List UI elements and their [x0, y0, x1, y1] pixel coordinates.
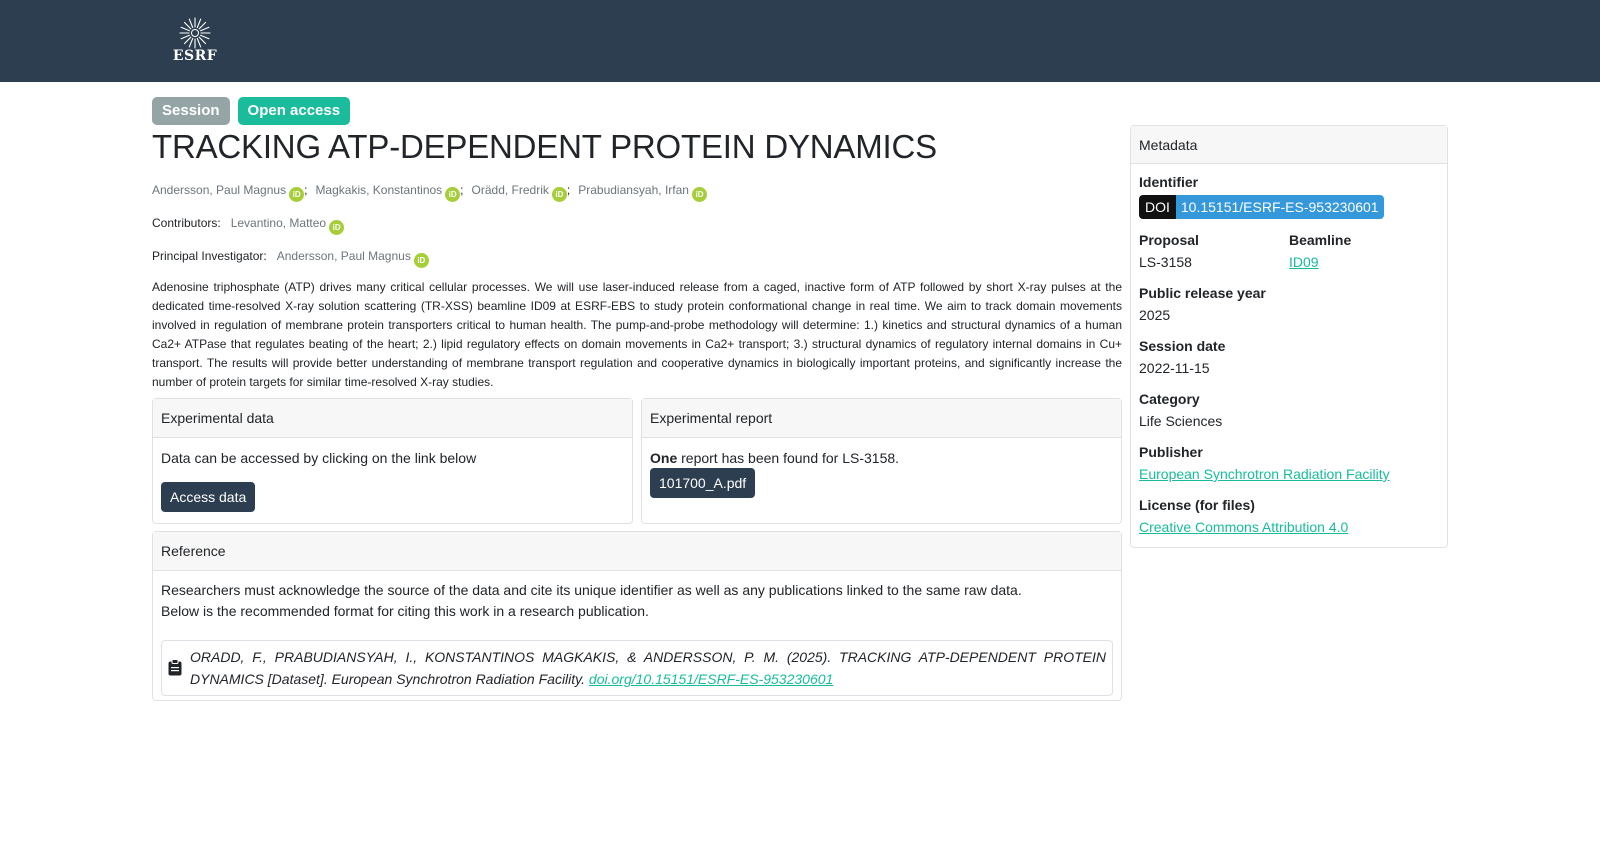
reference-card: Reference Researchers must acknowledge t… [152, 531, 1122, 701]
data-access-text: Data can be accessed by clicking on the … [161, 450, 477, 466]
doi-badge[interactable]: DOI 10.15151/ESRF-ES-953230601 [1139, 195, 1384, 219]
open-access-badge: Open access [237, 97, 351, 125]
orcid-icon[interactable]: iD [289, 187, 305, 202]
pi-link[interactable]: Andersson, Paul Magnus [277, 249, 411, 263]
doi-value: 10.15151/ESRF-ES-953230601 [1175, 195, 1384, 219]
card-heading: Experimental report [642, 399, 1121, 438]
experimental-data-card: Experimental data Data can be accessed b… [152, 398, 633, 524]
pi-line: Principal Investigator: Andersson, Paul M… [152, 248, 1122, 268]
report-count-text: One report has been found for LS-3158. [650, 448, 1113, 468]
contributors-label: Contributors: [152, 216, 221, 230]
author-link[interactable]: Magkakis, Konstantinos [315, 183, 442, 197]
category-value: Life Sciences [1139, 413, 1223, 429]
proposal-label: Proposal [1139, 232, 1199, 248]
clipboard-icon[interactable] [168, 659, 182, 676]
doi-tag: DOI [1139, 195, 1176, 219]
beamline-label: Beamline [1289, 232, 1352, 248]
author-link[interactable]: Prabudiansyah, Irfan [578, 183, 689, 197]
identifier-label: Identifier [1139, 174, 1199, 190]
license-label: License (for files) [1139, 497, 1255, 513]
contributors-line: Contributors: Levantino, Matteo iD [152, 215, 1122, 235]
author-link[interactable]: Orädd, Fredrik [472, 183, 549, 197]
category-label: Category [1139, 391, 1200, 407]
report-text: report has been found for LS-3158. [681, 450, 900, 466]
session-date-label: Session date [1139, 338, 1226, 354]
card-heading: Experimental data [153, 399, 632, 438]
author-link[interactable]: Andersson, Paul Magnus [152, 183, 286, 197]
publisher-link[interactable]: European Synchrotron Radiation Facility [1139, 466, 1390, 482]
main-column: Session Open access TRACKING ATP-DEPENDE… [152, 97, 1122, 701]
access-data-button[interactable]: Access data [161, 482, 256, 512]
orcid-icon[interactable]: iD [445, 187, 461, 202]
session-badge: Session [152, 97, 230, 125]
publisher-label: Publisher [1139, 444, 1203, 460]
authors-line: Andersson, Paul Magnus iD; Magkakis, Konst… [152, 182, 1122, 202]
report-count: One [650, 450, 678, 466]
logo-text: ESRF [172, 48, 218, 64]
metadata-sidebar: Metadata Identifier DOI 10.15151/ESRF-ES… [1130, 125, 1448, 548]
pi-label: Principal Investigator: [152, 249, 267, 263]
badge-row: Session Open access [152, 97, 1122, 125]
beamline-link[interactable]: ID09 [1289, 254, 1319, 270]
citation-doi-link[interactable]: doi.org/10.15151/ESRF-ES-953230601 [589, 671, 833, 687]
reference-text-2: Below is the recommended format for citi… [161, 603, 649, 619]
proposal-value: LS-3158 [1139, 254, 1192, 270]
orcid-icon[interactable]: iD [551, 187, 567, 202]
orcid-icon[interactable]: iD [691, 187, 707, 202]
citation-box: ORADD, F., PRABUDIANSYAH, I., KONSTANTIN… [161, 640, 1113, 696]
license-link[interactable]: Creative Commons Attribution 4.0 [1139, 519, 1348, 535]
separator: ; [304, 183, 308, 197]
top-navbar: ESRF [0, 0, 1600, 82]
card-heading: Reference [153, 532, 1121, 571]
release-label: Public release year [1139, 285, 1266, 301]
reference-text-1: Researchers must acknowledge the source … [161, 582, 1022, 598]
abstract: Adenosine triphosphate (ATP) drives many… [152, 280, 1122, 389]
orcid-icon[interactable]: iD [329, 220, 345, 235]
esrf-starburst-icon [179, 17, 211, 49]
session-date-value: 2022-11-15 [1139, 360, 1210, 376]
separator: ; [460, 183, 464, 197]
esrf-logo[interactable]: ESRF [172, 16, 218, 66]
experimental-report-card: Experimental report One report has been … [641, 398, 1122, 524]
contributor-link[interactable]: Levantino, Matteo [231, 216, 326, 230]
metadata-heading: Metadata [1131, 126, 1447, 164]
page-title: TRACKING ATP-DEPENDENT PROTEIN DYNAMICS [152, 128, 937, 165]
report-file-button[interactable]: 101700_A.pdf [650, 468, 756, 498]
separator: ; [566, 183, 571, 197]
release-value: 2025 [1139, 307, 1171, 323]
orcid-icon[interactable]: iD [413, 253, 429, 268]
metadata-card: Metadata Identifier DOI 10.15151/ESRF-ES… [1130, 125, 1448, 548]
